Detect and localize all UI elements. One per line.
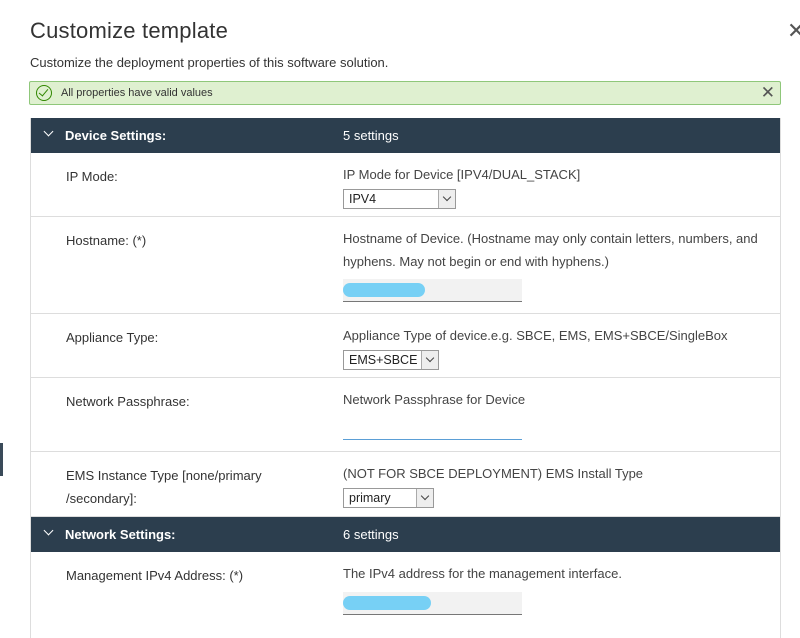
- management-ipv4-input[interactable]: [343, 592, 522, 615]
- group-name: Network Settings:: [65, 527, 176, 542]
- property-label: EMS Instance Type [none/primary /seconda…: [66, 468, 262, 506]
- appliance-type-select[interactable]: EMS+SBCE: [343, 350, 439, 370]
- ems-instance-type-value: primary: [349, 491, 391, 505]
- alert-message: All properties have valid values: [61, 87, 213, 99]
- ip-mode-select[interactable]: IPV4: [343, 189, 456, 209]
- group-header-network-settings[interactable]: Network Settings: 6 settings: [31, 517, 780, 552]
- group-count: 6 settings: [343, 527, 399, 542]
- chevron-down-icon[interactable]: [416, 489, 433, 507]
- property-label: Management IPv4 Address: (*): [66, 568, 244, 583]
- network-passphrase-input[interactable]: [343, 417, 522, 440]
- property-row-ip-mode: IP Mode: IP Mode for Device [IPV4/DUAL_S…: [31, 153, 780, 217]
- chevron-down-icon[interactable]: [438, 190, 455, 208]
- property-row-appliance-type: Appliance Type: Appliance Type of device…: [31, 314, 780, 378]
- chevron-down-icon[interactable]: [421, 351, 438, 369]
- property-description: (NOT FOR SBCE DEPLOYMENT) EMS Install Ty…: [343, 466, 644, 481]
- group-name: Device Settings:: [65, 128, 167, 143]
- group-header-device-settings[interactable]: Device Settings: 5 settings: [31, 118, 780, 153]
- property-description: Appliance Type of device.e.g. SBCE, EMS,…: [343, 328, 728, 343]
- properties-table: Device Settings: 5 settings IP Mode: IP …: [30, 118, 781, 638]
- dialog-title: Customize template: [30, 18, 229, 43]
- chevron-down-icon[interactable]: [43, 126, 54, 137]
- property-label: IP Mode:: [66, 169, 118, 184]
- property-row-network-passphrase: Network Passphrase: Network Passphrase f…: [31, 378, 780, 452]
- appliance-type-value: EMS+SBCE: [349, 353, 418, 367]
- redacted-value: [343, 596, 431, 610]
- left-nav-marker: [0, 443, 3, 476]
- property-label: Network Passphrase:: [66, 394, 190, 409]
- close-dialog-icon[interactable]: ✕: [787, 20, 800, 42]
- property-description: IP Mode for Device [IPV4/DUAL_STACK]: [343, 167, 581, 182]
- hostname-input[interactable]: [343, 279, 522, 302]
- ip-mode-value: IPV4: [349, 192, 377, 206]
- property-description: The IPv4 address for the management inte…: [343, 566, 622, 581]
- property-row-management-ipv4: Management IPv4 Address: (*) The IPv4 ad…: [31, 552, 780, 638]
- ems-instance-type-select[interactable]: primary: [343, 488, 434, 508]
- success-alert: All properties have valid values ✕: [29, 81, 781, 105]
- dialog-subtitle: Customize the deployment properties of t…: [30, 55, 389, 70]
- property-row-ems-instance-type: EMS Instance Type [none/primary /seconda…: [31, 452, 780, 517]
- property-description: Network Passphrase for Device: [343, 392, 526, 407]
- property-label: Hostname: (*): [66, 233, 147, 248]
- property-label: Appliance Type:: [66, 330, 159, 345]
- redacted-value: [343, 283, 425, 297]
- group-count: 5 settings: [343, 128, 399, 143]
- dismiss-alert-icon[interactable]: ✕: [761, 84, 775, 102]
- check-circle-icon: [36, 85, 52, 101]
- property-description: Hostname of Device. (Hostname may only c…: [343, 231, 758, 269]
- chevron-down-icon[interactable]: [43, 525, 54, 536]
- property-row-hostname: Hostname: (*) Hostname of Device. (Hostn…: [31, 217, 780, 314]
